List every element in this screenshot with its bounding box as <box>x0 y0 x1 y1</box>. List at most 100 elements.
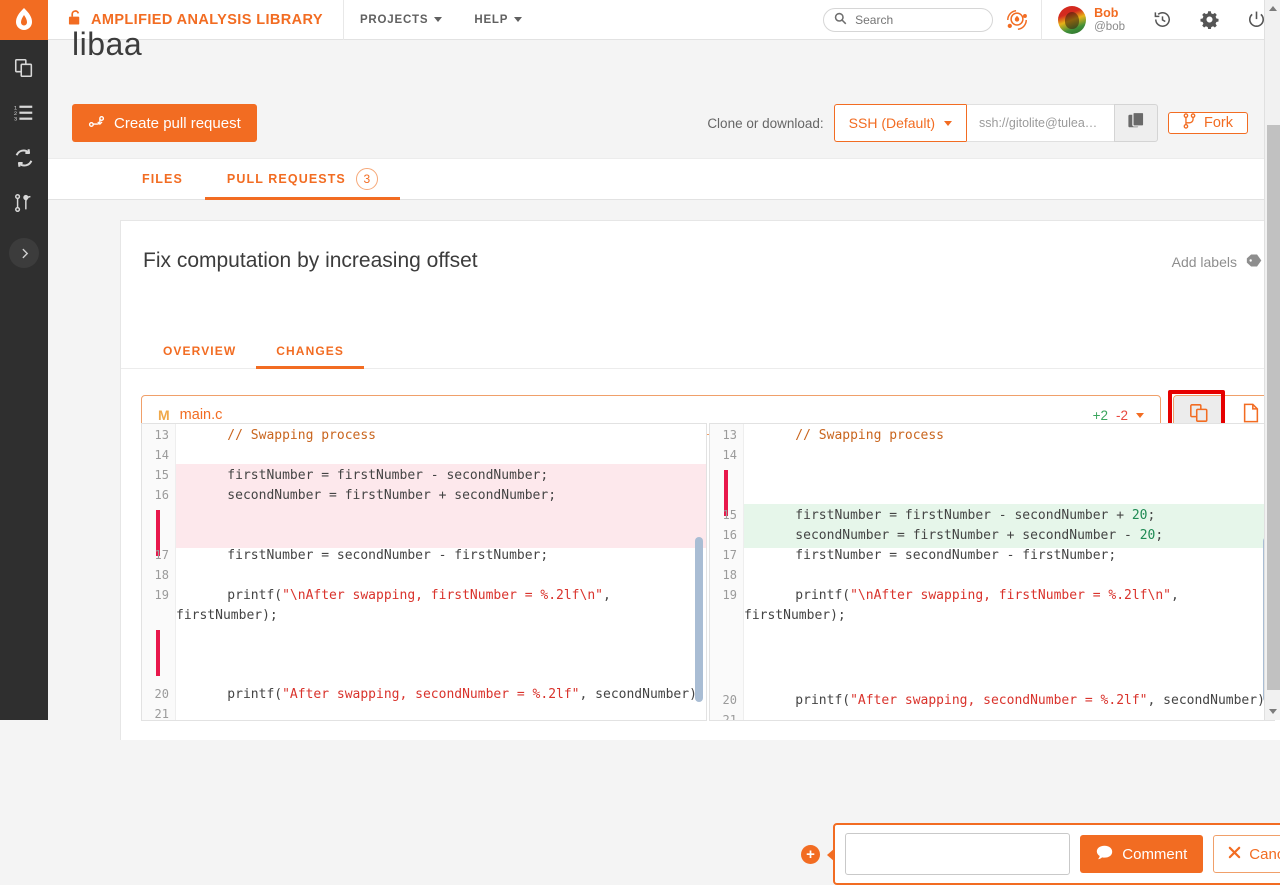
pull-requests-count-badge: 3 <box>356 168 378 190</box>
scroll-down-arrow-icon[interactable] <box>1269 709 1277 714</box>
create-pull-request-button[interactable]: Create pull request <box>72 104 257 142</box>
search-input[interactable] <box>853 12 973 28</box>
pull-request-icon <box>88 114 105 133</box>
comment-cancel-button[interactable]: Cancel <box>1213 835 1280 873</box>
clone-url-field[interactable]: ssh://gitolite@tulea… <box>966 104 1114 142</box>
code-line: firstNumber = firstNumber - secondNumber… <box>744 506 1274 526</box>
diff-pane-modified[interactable]: 13 14 15 16 17 18 19 20 21 // Swapping p… <box>709 423 1275 721</box>
line-number: 21 <box>141 707 169 721</box>
comment-textarea[interactable] <box>845 833 1070 875</box>
tab-pull-requests[interactable]: PULL REQUESTS 3 <box>205 159 400 199</box>
comment-submit-label: Comment <box>1122 846 1187 863</box>
svg-text:3: 3 <box>14 115 17 122</box>
tab-files[interactable]: FILES <box>120 159 205 199</box>
search-box[interactable] <box>823 8 993 32</box>
diff-pane-original[interactable]: 13 14 15 16 17 18 19 20 21 // Swapping p… <box>141 423 707 721</box>
fork-button[interactable]: Fork <box>1168 112 1248 134</box>
tag-icon <box>1246 253 1263 271</box>
diff-deletions: -2 <box>1116 408 1128 423</box>
rail-item-files[interactable] <box>0 45 48 90</box>
line-number-gutter-right: 13 14 15 16 17 18 19 20 21 <box>710 424 744 721</box>
pull-request-title: Fix computation by increasing offset <box>143 249 478 273</box>
code-line: secondNumber = firstNumber + secondNumbe… <box>176 486 706 506</box>
tab-overview[interactable]: OVERVIEW <box>143 333 256 368</box>
clone-label: Clone or download: <box>707 116 823 131</box>
clone-controls: SSH (Default) ssh://gitolite@tulea… <box>834 104 1158 142</box>
header-menu-help[interactable]: HELP <box>458 14 538 26</box>
comment-cancel-label: Cancel <box>1249 846 1280 863</box>
code-line: // Swapping process <box>744 426 1274 446</box>
add-labels-label: Add labels <box>1172 254 1237 270</box>
line-number: 19 <box>141 588 169 602</box>
header-right-group: Bob @bob <box>823 0 1280 40</box>
clone-group: Clone or download: SSH (Default) ssh://g… <box>707 104 1248 142</box>
copy-clone-url-button[interactable] <box>1114 104 1158 142</box>
header-menu-projects[interactable]: PROJECTS <box>344 14 458 26</box>
code-line: firstNumber = secondNumber - firstNumber… <box>176 546 706 566</box>
page-body: libaa Create pull request Clone or downl… <box>48 40 1264 720</box>
x-close-icon <box>1228 846 1241 863</box>
browser-scrollbar-thumb[interactable] <box>1267 125 1280 690</box>
flame-logo-icon[interactable] <box>0 0 48 40</box>
code-line-wrap: firstNumber); <box>744 606 1274 626</box>
repo-action-bar: Create pull request Clone or download: S… <box>48 96 1264 158</box>
caret-down-icon[interactable] <box>1136 413 1144 418</box>
line-number: 15 <box>141 468 169 482</box>
line-number: 13 <box>709 428 737 442</box>
add-labels-button[interactable]: Add labels <box>1172 253 1263 271</box>
chevron-down-icon <box>944 121 952 126</box>
rail-item-sync[interactable] <box>0 135 48 180</box>
scroll-up-arrow-icon[interactable] <box>1269 6 1277 11</box>
pane-scrollbar-left[interactable] <box>695 537 703 702</box>
line-number: 20 <box>709 693 737 707</box>
gear-icon[interactable] <box>1186 10 1233 29</box>
line-number: 20 <box>141 687 169 701</box>
notification-burst-icon[interactable] <box>993 8 1041 32</box>
create-pull-request-label: Create pull request <box>114 115 241 132</box>
header-menu-help-label: HELP <box>474 14 508 26</box>
line-number: 13 <box>141 428 169 442</box>
file-status-badge: M <box>158 407 170 423</box>
diff-additions: +2 <box>1093 408 1108 423</box>
left-rail: 1 2 3 <box>0 0 48 720</box>
rail-expand-button[interactable] <box>9 238 39 268</box>
code-line: printf("\nAfter swapping, firstNumber = … <box>744 586 1274 606</box>
browser-scrollbar[interactable] <box>1264 0 1280 720</box>
clone-protocol-value: SSH (Default) <box>849 115 935 131</box>
user-name: Bob <box>1094 6 1125 20</box>
tab-changes[interactable]: CHANGES <box>256 333 364 368</box>
rail-item-issues[interactable]: 1 2 3 <box>0 90 48 135</box>
inline-comment-popup: Comment Cancel <box>833 823 1280 885</box>
diff-stats[interactable]: +2 -2 <box>1093 408 1144 423</box>
user-handle: @bob <box>1094 20 1125 34</box>
avatar <box>1058 6 1086 34</box>
change-marker <box>156 630 160 676</box>
line-number: 17 <box>709 548 737 562</box>
line-number: 15 <box>709 508 737 522</box>
code-line: // Swapping process <box>176 426 706 446</box>
add-comment-plus-icon[interactable]: + <box>801 845 820 864</box>
line-number: 16 <box>141 488 169 502</box>
user-block[interactable]: Bob @bob <box>1041 0 1139 40</box>
pull-request-tabs: OVERVIEW CHANGES <box>121 333 1280 369</box>
clone-protocol-select[interactable]: SSH (Default) <box>834 104 966 142</box>
code-line: printf("After swapping, secondNumber = %… <box>176 685 706 705</box>
tab-changes-label: CHANGES <box>276 344 344 358</box>
top-header: AMPLIFIED ANALYSIS LIBRARY PROJECTS HELP <box>48 0 1280 40</box>
comment-submit-button[interactable]: Comment <box>1080 835 1203 873</box>
tab-pull-requests-label: PULL REQUESTS <box>227 172 346 186</box>
pull-request-card: Fix computation by increasing offset Add… <box>120 220 1280 740</box>
code-line: firstNumber = secondNumber - firstNumber… <box>744 546 1274 566</box>
line-number: 18 <box>709 568 737 582</box>
page-title: libaa <box>72 26 142 63</box>
code-line-wrap: firstNumber); <box>176 606 706 626</box>
header-menu-projects-label: PROJECTS <box>360 14 428 26</box>
line-number: 14 <box>709 448 737 462</box>
rail-item-branches[interactable] <box>0 180 48 225</box>
history-icon[interactable] <box>1139 10 1186 29</box>
fork-icon <box>1183 113 1196 133</box>
code-line: firstNumber = firstNumber - secondNumber… <box>176 466 706 486</box>
repo-tabs: FILES PULL REQUESTS 3 <box>48 158 1264 200</box>
copy-icon <box>1128 112 1145 135</box>
code-line: secondNumber = firstNumber + secondNumbe… <box>744 526 1274 546</box>
